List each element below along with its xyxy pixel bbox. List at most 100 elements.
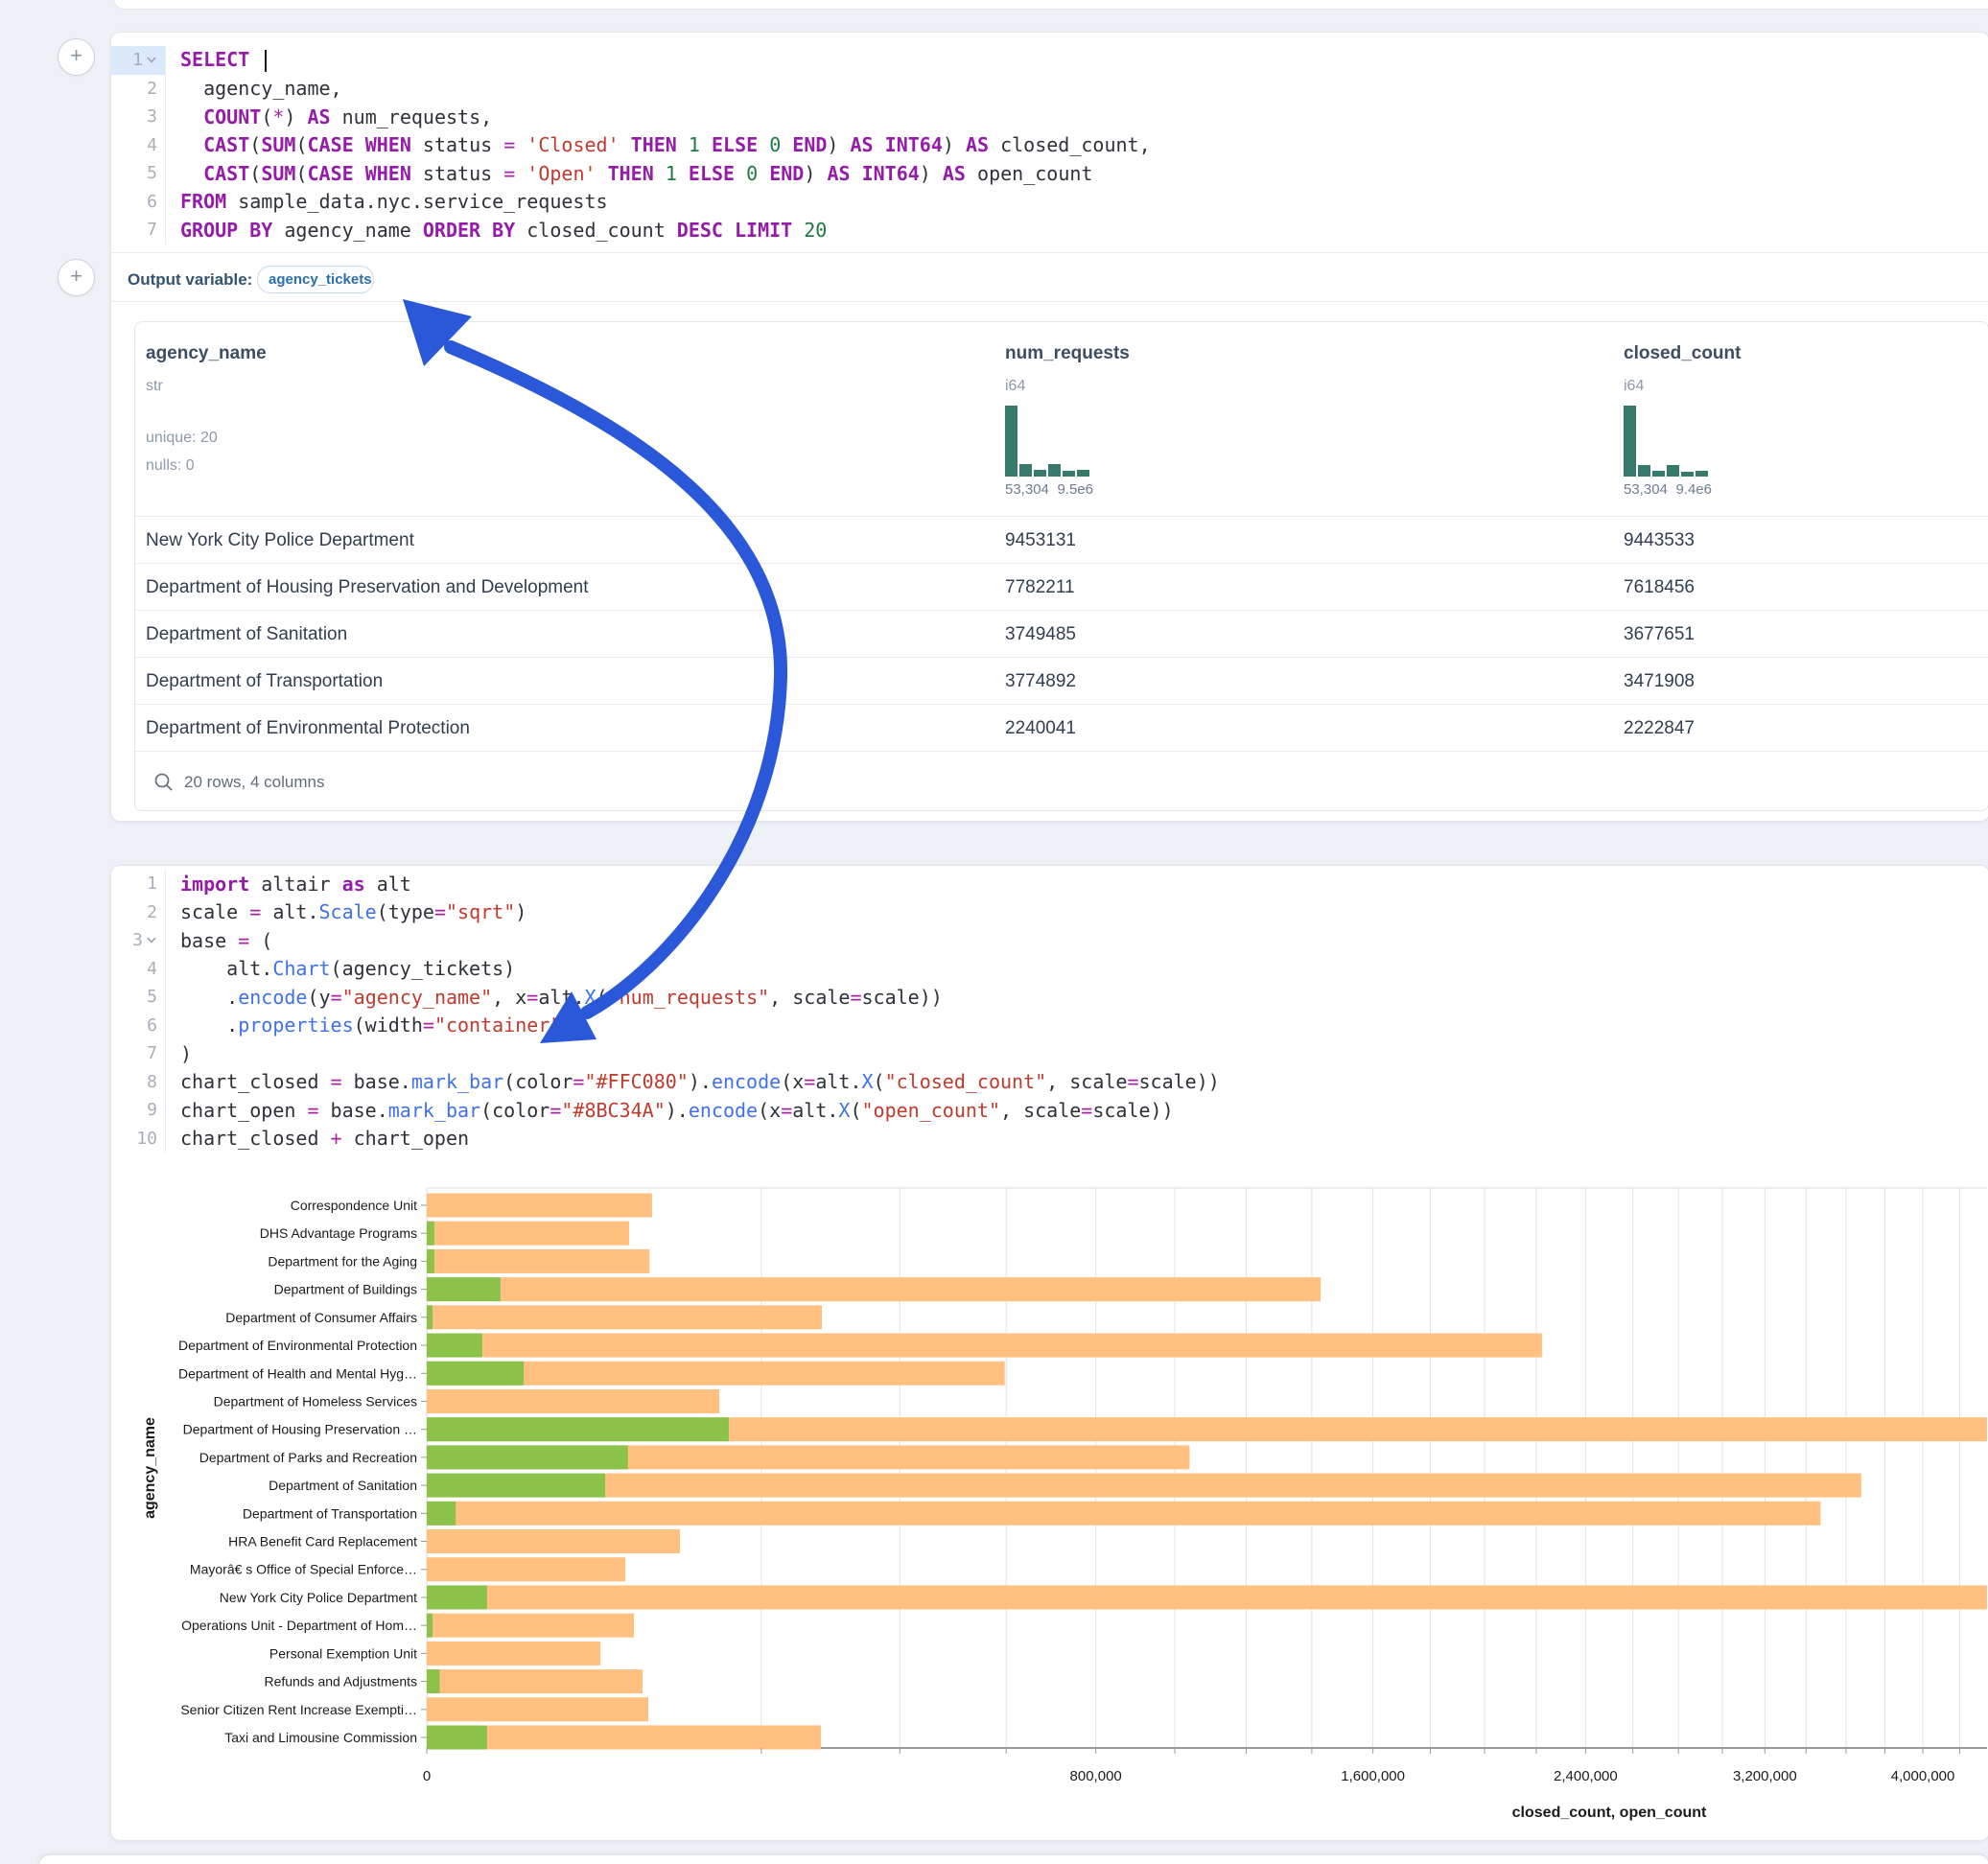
svg-text:HRA Benefit Card Replacement: HRA Benefit Card Replacement [228,1534,417,1549]
table-cell: 7782211 [1005,564,1075,611]
code-line[interactable]: 3base = ( [111,926,1988,955]
table-cell: 9453131 [1005,517,1076,564]
result-table: agency_namestrunique: 20nulls: 0num_requ… [134,321,1988,811]
sql-cell-card: 1SELECT 2 agency_name,3 COUNT(*) AS num_… [110,32,1988,822]
line-number: 4 [111,955,166,984]
column-header[interactable]: closed_count [1624,343,1741,364]
line-number: 7 [111,1039,166,1068]
search-icon[interactable] [153,772,175,793]
code-line[interactable]: 1import altair as alt [111,870,1988,898]
line-number: 2 [111,898,166,927]
svg-text:3,200,000: 3,200,000 [1733,1768,1797,1784]
table-cell: 3677651 [1624,611,1695,658]
svg-text:Department of Housing Preserva: Department of Housing Preservation … [183,1422,417,1437]
svg-text:2,400,000: 2,400,000 [1554,1768,1618,1784]
line-number: 10 [111,1125,166,1153]
line-number: 9 [111,1096,166,1125]
output-variable-label: Output variable: [128,258,252,301]
sql-editor[interactable]: 1SELECT 2 agency_name,3 COUNT(*) AS num_… [111,46,1988,245]
svg-text:1,600,000: 1,600,000 [1341,1768,1405,1784]
line-number: 1 [111,870,166,898]
table-cell: 7618456 [1624,564,1695,611]
code-line[interactable]: 2 agency_name, [111,75,1988,104]
svg-text:DHS Advantage Programs: DHS Advantage Programs [260,1225,417,1241]
previous-cell-edge [113,0,1988,10]
column-type: i64 [1624,378,1644,395]
code-line[interactable]: 9chart_open = base.mark_bar(color="#8BC3… [111,1096,1988,1125]
svg-text:Operations Unit - Department o: Operations Unit - Department of Hom… [181,1618,417,1633]
code-line[interactable]: 3 COUNT(*) AS num_requests, [111,103,1988,131]
altair-chart: Correspondence UnitDHS Advantage Program… [111,1152,1987,1838]
svg-text:Department of Homeless Service: Department of Homeless Services [214,1393,417,1409]
column-histogram [1005,406,1093,477]
table-cell: Department of Sanitation [146,611,347,658]
svg-text:Mayorâ€ s Office of Special En: Mayorâ€ s Office of Special Enforce… [190,1562,417,1577]
code-line[interactable]: 10chart_closed + chart_open [111,1125,1988,1153]
code-line[interactable]: 5 CAST(SUM(CASE WHEN status = 'Open' THE… [111,159,1988,188]
svg-text:Department of Health and Menta: Department of Health and Mental Hyg… [178,1365,417,1381]
table-cell: 2222847 [1624,705,1695,752]
svg-text:4,000,000: 4,000,000 [1891,1768,1955,1784]
line-number: 5 [111,983,166,1012]
svg-text:Department for the Aging: Department for the Aging [268,1253,417,1269]
code-line[interactable]: 8chart_closed = base.mark_bar(color="#FF… [111,1068,1988,1097]
svg-text:0: 0 [423,1768,431,1784]
table-footer: 20 rows, 4 columns [135,751,1988,811]
svg-text:Senior Citizen Rent Increase E: Senior Citizen Rent Increase Exempti… [180,1702,417,1717]
text-cursor [265,50,267,72]
table-cell: 9443533 [1624,517,1695,564]
add-cell-button[interactable]: + [58,259,95,296]
table-cell: Department of Housing Preservation and D… [146,564,589,611]
chevron-down-icon[interactable] [146,936,157,944]
histogram-range: 53,3049.5e6 [1005,481,1093,498]
next-cell-edge [38,1854,1988,1864]
output-variable-input[interactable]: agency_tickets [257,266,374,293]
table-shape-label: 20 rows, 4 columns [184,752,324,811]
table-cell: 3471908 [1624,658,1695,705]
code-line[interactable]: 1SELECT [111,46,1988,75]
code-line[interactable]: 6FROM sample_data.nyc.service_requests [111,188,1988,217]
line-number: 6 [111,1012,166,1040]
svg-text:Department of Consumer Affairs: Department of Consumer Affairs [225,1310,417,1325]
code-line[interactable]: 7) [111,1039,1988,1068]
column-header[interactable]: agency_name [146,343,267,364]
svg-text:Refunds and Adjustments: Refunds and Adjustments [264,1674,417,1689]
column-stat: unique: 20 [146,430,218,447]
svg-text:Personal Exemption Unit: Personal Exemption Unit [269,1645,417,1661]
table-row: Department of Sanitation 3749485 3677651 [135,610,1988,658]
column-header[interactable]: num_requests [1005,343,1130,364]
svg-text:New York City Police Departmen: New York City Police Department [220,1590,417,1605]
table-row: New York City Police Department 9453131 94… [135,516,1988,564]
cell-divider [111,252,1988,253]
code-line[interactable]: 6 .properties(width="container") [111,1012,1988,1040]
svg-text:closed_count, open_count: closed_count, open_count [1512,1805,1707,1821]
table-cell: 3749485 [1005,611,1076,658]
python-cell-card: 1import altair as alt2scale = alt.Scale(… [110,865,1988,1841]
svg-text:800,000: 800,000 [1070,1768,1122,1784]
code-line[interactable]: 5 .encode(y="agency_name", x=alt.X("num_… [111,983,1988,1012]
svg-text:Department of Environmental Pr: Department of Environmental Protection [178,1338,417,1353]
table-cell: 3774892 [1005,658,1076,705]
svg-text:Department of Transportation: Department of Transportation [243,1505,417,1521]
line-number: 4 [111,131,166,160]
code-line[interactable]: 4 CAST(SUM(CASE WHEN status = 'Closed' T… [111,131,1988,160]
line-number: 1 [111,46,166,75]
python-editor[interactable]: 1import altair as alt2scale = alt.Scale(… [111,870,1988,1153]
table-row: Department of Housing Preservation and D… [135,563,1988,611]
histogram-range: 53,3049.4e6 [1624,481,1712,498]
table-cell: New York City Police Department [146,517,414,564]
table-cell: Department of Transportation [146,658,383,705]
notebook-canvas: + + 1SELECT 2 agency_name,3 COUNT(*) AS … [0,0,1988,1864]
add-cell-button[interactable]: + [58,38,95,76]
table-cell: Department of Environmental Protection [146,705,470,752]
svg-text:Department of Buildings: Department of Buildings [274,1282,417,1297]
line-number: 3 [111,926,166,955]
line-number: 6 [111,188,166,217]
code-line[interactable]: 7GROUP BY agency_name ORDER BY closed_co… [111,216,1988,245]
column-histogram [1624,406,1712,477]
line-number: 3 [111,103,166,131]
code-line[interactable]: 2scale = alt.Scale(type="sqrt") [111,898,1988,927]
code-line[interactable]: 4 alt.Chart(agency_tickets) [111,955,1988,984]
chevron-down-icon[interactable] [146,56,157,64]
line-number: 5 [111,159,166,188]
